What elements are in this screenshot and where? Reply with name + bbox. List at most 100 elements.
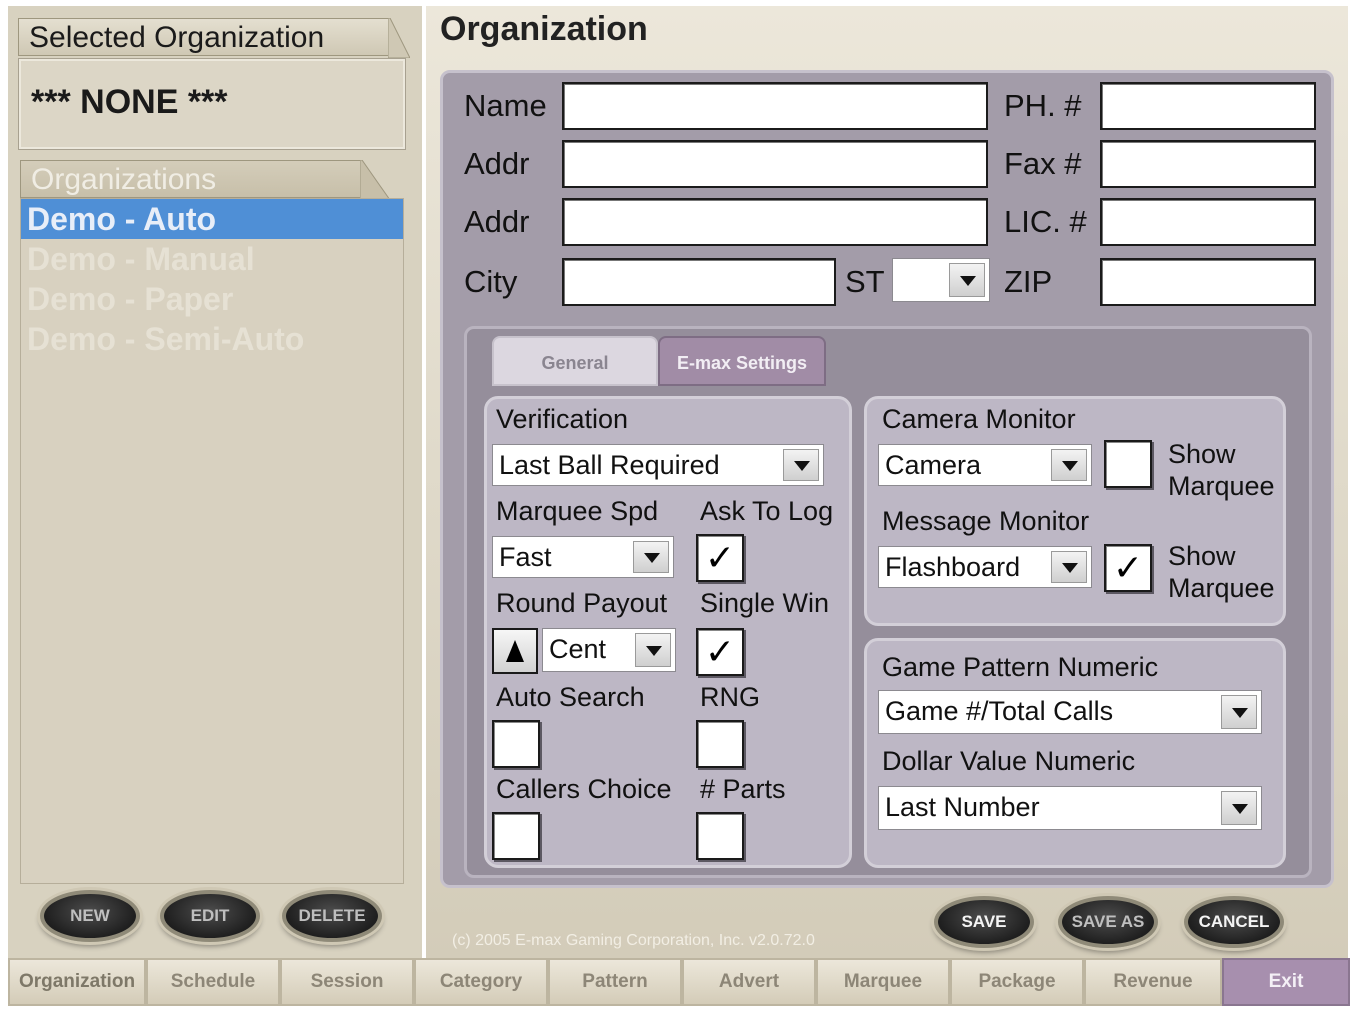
camera-show-marquee-checkbox[interactable] — [1104, 440, 1152, 488]
nav-tab-category[interactable]: Category — [414, 958, 548, 1006]
ask-to-log-label: Ask To Log — [700, 496, 834, 526]
game-pattern-numeric-label: Game Pattern Numeric — [882, 652, 1159, 682]
message-show-marquee-label: Show Marquee — [1168, 540, 1275, 604]
message-show-marquee-checkbox[interactable]: ✓ — [1104, 544, 1152, 592]
camera-monitor-dropdown[interactable]: Camera — [878, 444, 1092, 486]
ask-to-log-checkbox[interactable]: ✓ — [696, 534, 744, 582]
show-marquee-line-2: Marquee — [1168, 471, 1275, 501]
tab-emax-settings[interactable]: E-max Settings — [658, 336, 826, 386]
fax-label: Fax # — [1004, 146, 1082, 181]
name-label: Name — [464, 88, 547, 123]
game-pattern-numeric-value: Game #/Total Calls — [885, 696, 1114, 726]
round-payout-up-button[interactable] — [492, 628, 538, 674]
show-marquee-line-2: Marquee — [1168, 573, 1275, 603]
state-dropdown[interactable] — [892, 258, 990, 302]
organizations-header-label: Organizations — [31, 163, 217, 196]
nav-tab-revenue[interactable]: Revenue — [1084, 958, 1222, 1006]
nav-tab-schedule[interactable]: Schedule — [146, 958, 280, 1006]
fax-field[interactable] — [1100, 140, 1316, 188]
verification-label: Verification — [496, 404, 629, 434]
phone-label: PH. # — [1004, 88, 1082, 123]
camera-show-marquee-label: Show Marquee — [1168, 438, 1275, 502]
marquee-spd-label: Marquee Spd — [496, 496, 659, 526]
addr2-field[interactable] — [562, 198, 988, 246]
new-button[interactable]: NEW — [40, 890, 140, 942]
message-monitor-value: Flashboard — [885, 552, 1021, 582]
callers-choice-checkbox[interactable] — [492, 812, 540, 860]
edit-button[interactable]: EDIT — [160, 890, 260, 942]
chevron-down-icon[interactable] — [783, 449, 819, 481]
dollar-value-numeric-value: Last Number — [885, 792, 1040, 822]
round-payout-value: Cent — [549, 634, 607, 664]
rng-checkbox[interactable] — [696, 720, 744, 768]
selected-organization-value: *** NONE *** — [31, 83, 228, 121]
tab-general[interactable]: General — [492, 336, 658, 386]
selected-organization-header-label: Selected Organization — [29, 21, 325, 54]
message-monitor-dropdown[interactable]: Flashboard — [878, 546, 1092, 588]
selected-organization-box: *** NONE *** — [18, 58, 406, 150]
chevron-down-icon[interactable] — [1221, 695, 1257, 729]
copyright-text: (c) 2005 E-max Gaming Corporation, Inc. … — [452, 932, 815, 949]
page-title: Organization — [440, 10, 648, 48]
dollar-value-numeric-label: Dollar Value Numeric — [882, 746, 1136, 776]
state-label: ST — [845, 264, 885, 299]
verification-value: Last Ball Required — [499, 450, 720, 480]
nav-tab-session[interactable]: Session — [280, 958, 414, 1006]
auto-search-checkbox[interactable] — [492, 720, 540, 768]
nav-tab-marquee[interactable]: Marquee — [816, 958, 950, 1006]
header-tab-slant — [388, 18, 410, 58]
nav-tab-pattern[interactable]: Pattern — [548, 958, 682, 1006]
auto-search-label: Auto Search — [496, 682, 645, 712]
chevron-down-icon[interactable] — [1221, 791, 1257, 825]
delete-button[interactable]: DELETE — [282, 890, 382, 942]
rng-label: RNG — [700, 682, 760, 712]
arrow-up-icon — [506, 640, 524, 662]
single-win-label: Single Win — [700, 588, 830, 618]
chevron-down-icon[interactable] — [1051, 449, 1087, 481]
camera-monitor-value: Camera — [885, 450, 982, 480]
selected-organization-header: Selected Organization — [18, 18, 388, 56]
chevron-down-icon[interactable] — [633, 541, 669, 573]
addr1-label: Addr — [464, 146, 530, 181]
nav-tab-package[interactable]: Package — [950, 958, 1084, 1006]
nav-tab-organization[interactable]: Organization — [8, 958, 146, 1006]
org-item-demo-semi-auto[interactable]: Demo - Semi-Auto — [21, 319, 403, 359]
round-payout-label: Round Payout — [496, 588, 668, 618]
city-field[interactable] — [562, 258, 836, 306]
phone-field[interactable] — [1100, 82, 1316, 130]
marquee-speed-value: Fast — [499, 542, 552, 572]
chevron-down-icon[interactable] — [1051, 551, 1087, 583]
round-payout-dropdown[interactable]: Cent — [542, 628, 676, 672]
nav-tab-advert[interactable]: Advert — [682, 958, 816, 1006]
dollar-value-numeric-dropdown[interactable]: Last Number — [878, 786, 1262, 830]
parts-checkbox[interactable] — [696, 812, 744, 860]
addr1-field[interactable] — [562, 140, 988, 188]
zip-field[interactable] — [1100, 258, 1316, 306]
camera-monitor-label: Camera Monitor — [882, 404, 1076, 434]
callers-choice-label: Callers Choice — [496, 774, 672, 804]
org-item-demo-paper[interactable]: Demo - Paper — [21, 279, 403, 319]
save-button[interactable]: SAVE — [934, 896, 1034, 948]
organization-list[interactable]: Demo - Auto Demo - Manual Demo - Paper D… — [20, 198, 404, 884]
show-marquee-line-1: Show — [1168, 439, 1236, 469]
show-marquee-line-1: Show — [1168, 541, 1236, 571]
org-item-demo-manual[interactable]: Demo - Manual — [21, 239, 403, 279]
message-monitor-label: Message Monitor — [882, 506, 1090, 536]
verification-dropdown[interactable]: Last Ball Required — [492, 444, 824, 486]
chevron-down-icon[interactable] — [949, 263, 985, 297]
marquee-speed-dropdown[interactable]: Fast — [492, 536, 674, 578]
parts-label: # Parts — [700, 774, 786, 804]
single-win-checkbox[interactable]: ✓ — [696, 628, 744, 676]
license-label: LIC. # — [1004, 204, 1087, 239]
nav-tab-exit[interactable]: Exit — [1222, 958, 1350, 1006]
name-field[interactable] — [562, 82, 988, 130]
license-field[interactable] — [1100, 198, 1316, 246]
save-as-button[interactable]: SAVE AS — [1058, 896, 1158, 948]
game-pattern-numeric-dropdown[interactable]: Game #/Total Calls — [878, 690, 1262, 734]
zip-label: ZIP — [1004, 264, 1053, 299]
chevron-down-icon[interactable] — [635, 633, 671, 667]
org-item-demo-auto[interactable]: Demo - Auto — [21, 199, 403, 239]
cancel-button[interactable]: CANCEL — [1184, 896, 1284, 948]
organizations-tab-slant — [360, 160, 390, 200]
organizations-header: Organizations — [20, 160, 360, 198]
